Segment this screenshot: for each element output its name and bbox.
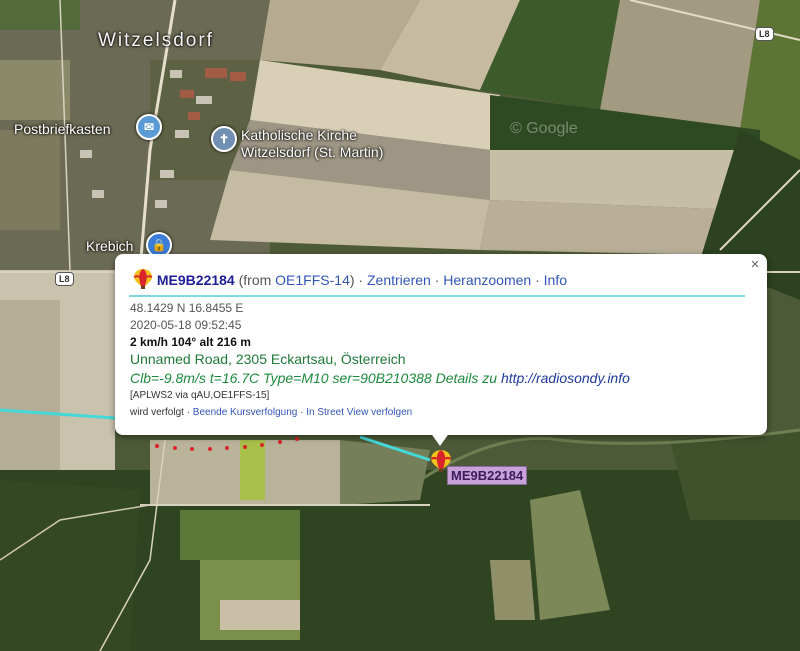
popup-coordinates: 48.1429 N 16.8455 E	[130, 301, 244, 315]
separator: ·	[531, 272, 544, 288]
zoom-in-link[interactable]: Heranzoomen	[443, 272, 531, 288]
road-badge-l8: L8	[755, 27, 774, 41]
popup-divider	[129, 295, 745, 297]
town-label: Witzelsdorf	[98, 30, 214, 51]
poi-label-church-line2: Witzelsdorf (St. Martin)	[241, 144, 384, 160]
stop-tracking-link[interactable]: Beende Kursverfolgung	[193, 407, 298, 418]
popup-timestamp: 2020-05-18 09:52:45	[130, 318, 242, 332]
info-link[interactable]: Info	[544, 272, 567, 288]
separator: ·	[430, 272, 444, 288]
poi-label-krebich[interactable]: Krebich	[86, 238, 133, 255]
poi-label-postbriefkasten[interactable]: Postbriefkasten	[14, 121, 111, 138]
center-link[interactable]: Zentrieren	[367, 272, 431, 288]
popup-comment-text: Clb=-9.8m/s t=16.7C Type=M10 ser=90B2103…	[130, 370, 501, 386]
balloon-icon	[133, 269, 153, 289]
radiosondy-link[interactable]: http://radiosondy.info	[501, 370, 630, 386]
mail-icon[interactable]: ✉	[136, 114, 162, 140]
popup-callsign[interactable]: ME9B22184	[157, 272, 235, 288]
popup-tracking-row: wird verfolgt · Beende Kursverfolgung · …	[130, 407, 412, 418]
popup-address: Unnamed Road, 2305 Eckartsau, Österreich	[130, 351, 406, 367]
station-info-popup: × ME9B22184 (from OE1FFS-14) · Zentriere…	[115, 254, 767, 435]
separator: ·	[297, 407, 307, 418]
road-badge-l8: L8	[55, 272, 74, 286]
from-prefix: (from	[238, 272, 276, 288]
popup-speed-course-altitude: 2 km/h 104° alt 216 m	[130, 335, 251, 349]
marker-label[interactable]: ME9B22184	[447, 466, 528, 485]
popup-header: ME9B22184 (from OE1FFS-14) · Zentrieren …	[133, 268, 567, 290]
separator: ·	[354, 272, 367, 288]
poi-label-church-line1: Katholische Kirche	[241, 127, 357, 143]
map-watermark: © Google	[510, 120, 578, 137]
street-view-link[interactable]: In Street View verfolgen	[306, 407, 412, 418]
poi-label-church[interactable]: Katholische Kirche Witzelsdorf (St. Mart…	[241, 127, 383, 161]
popup-comment: Clb=-9.8m/s t=16.7C Type=M10 ser=90B2103…	[130, 370, 630, 386]
popup-path: [APLWS2 via qAU,OE1FFS-15]	[130, 390, 270, 401]
tracked-status: wird verfolgt ·	[130, 407, 193, 418]
church-cross-icon[interactable]: ✝	[211, 126, 237, 152]
close-icon[interactable]: ×	[747, 257, 763, 273]
popup-pointer	[430, 432, 450, 446]
from-station-link[interactable]: OE1FFS-14	[275, 272, 350, 288]
